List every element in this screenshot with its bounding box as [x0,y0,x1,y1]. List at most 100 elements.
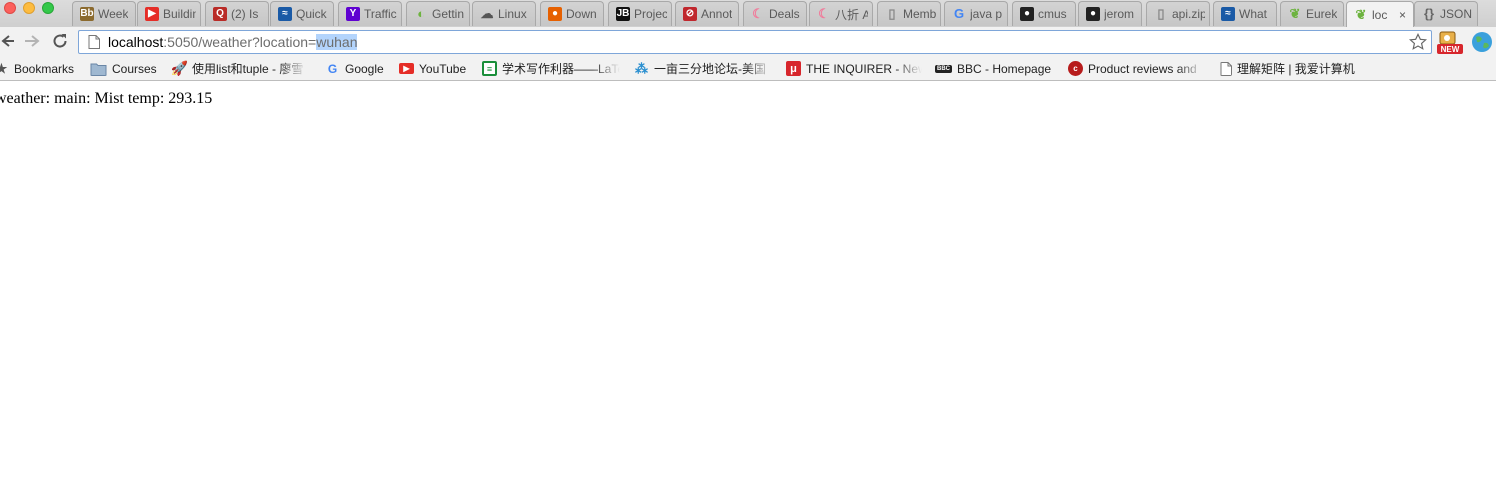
close-window-button[interactable] [4,2,16,14]
extension-globe-icon[interactable] [1471,31,1493,53]
tab-15[interactable]: ● jerom [1078,1,1142,26]
bookmark-label: THE INQUIRER - New [806,61,922,76]
site-icon: ≈ [1221,7,1235,21]
quora-icon: Q [213,7,227,21]
tab-12[interactable]: ▯ Memb [877,1,941,26]
tab-title: (2) Is [231,7,259,21]
bookmark-liaoxuefeng[interactable]: 🚀 使用list和tuple - 廖雪 [172,60,307,77]
tab-6[interactable]: ☁ Linux [472,1,536,26]
spring-leaf-icon: ❦ [1355,6,1367,22]
document-icon: ▯ [888,6,896,21]
star-icon: ★ [0,60,8,76]
tab-7[interactable]: ● Down [540,1,604,26]
tab-title: Annot [701,7,733,21]
bookmark-label: 一亩三分地论坛-美国 [654,62,766,76]
url-host: localhost [108,34,164,50]
url-selected-text: wuhan [316,34,358,50]
tab-13[interactable]: Gjava p [944,1,1008,26]
tab-title: api.zip [1172,7,1205,21]
url-text[interactable]: localhost:5050/weather?location=wuhan [108,34,358,50]
bookmark-latex[interactable]: ≡ 学术写作利器——LaTe [482,60,620,77]
spring-leaf-icon: ❦ [1289,6,1301,21]
document-icon [1220,61,1232,76]
json-icon: {} [1423,6,1435,21]
address-bar[interactable]: localhost:5050/weather?location=wuhan [78,30,1432,54]
tab-8[interactable]: JB Projec [608,1,672,26]
tab-title: java p [970,7,1003,21]
bookmark-inquirer[interactable]: μ THE INQUIRER - New [786,60,922,77]
moon-icon: ☾ [752,6,764,21]
tab-3[interactable]: ≈ Quick [270,1,334,26]
bookmark-bookmarks[interactable]: ★ Bookmarks [0,60,74,77]
bookmark-1point3acres[interactable]: ⁂ 一亩三分地论坛-美国 [634,60,772,77]
tab-2[interactable]: Q (2) Is [205,1,269,26]
minimize-window-button[interactable] [23,2,35,14]
forward-button[interactable] [22,31,42,51]
bookmark-label: YouTube [419,61,467,76]
tab-close-icon[interactable]: × [1396,8,1409,22]
tab-title: Linux [498,7,527,21]
tab-5[interactable]: ◐ Gettin [406,1,470,26]
reload-button[interactable] [50,31,70,51]
page-icon [88,35,100,49]
tab-title: cmus [1038,7,1067,21]
tab-1[interactable]: ▶ Buildin [137,1,201,26]
back-arrow-icon [1,35,14,47]
bookmark-label: Product reviews and [1088,61,1197,76]
tab-title: Gettin [432,7,465,21]
tab-10[interactable]: ☾ Deals [743,1,807,26]
bookmark-bbc[interactable]: BBC BBC - Homepage [935,60,1055,77]
tab-18[interactable]: ❦ Eurek [1280,1,1344,26]
bookmark-matrix[interactable]: 理解矩阵 | 我爱计算机 [1220,60,1360,77]
jetbrains-icon: JB [616,7,630,21]
tab-title: Quick [296,7,327,21]
svg-text:NEW: NEW [1441,45,1460,54]
toolbar: localhost:5050/weather?location=wuhan NE… [0,27,1496,56]
zoom-window-button[interactable] [42,2,54,14]
tab-14[interactable]: ● cmus [1012,1,1076,26]
page-content: weather: main: Mist temp: 293.15 [0,82,1496,485]
tab-title: Down [566,7,597,21]
tab-20[interactable]: {} JSON [1414,1,1478,26]
forum-icon: ⁂ [635,60,648,76]
google-icon: G [327,61,338,76]
bookmark-cnet[interactable]: c Product reviews and [1068,60,1204,77]
tab-16[interactable]: ▯ api.zip [1146,1,1210,26]
bookmark-star-icon[interactable] [1409,33,1427,51]
tab-4[interactable]: Y Traffic [338,1,402,26]
extension-new-icon[interactable]: NEW [1437,29,1463,55]
tab-title: JSON [1440,7,1473,21]
rocket-icon: 🚀 [172,60,189,76]
bookmark-label: 理解矩阵 | 我爱计算机 [1237,62,1355,76]
tab-9[interactable]: ⊘ Annot [675,1,739,26]
bookmark-google[interactable]: G Google [325,60,385,77]
bookmark-folder-courses[interactable]: Courses [90,60,160,77]
bookmark-label: Courses [112,61,157,76]
bookmark-label: 学术写作利器——LaTe [502,62,620,76]
cloud-icon: ☁ [480,6,494,21]
site-icon: ≈ [278,7,292,21]
yahoo-icon: Y [346,7,360,21]
tab-17[interactable]: ≈ What [1213,1,1277,26]
tab-11[interactable]: ☾ 八折 A [809,1,873,26]
tab-title: Buildin [163,7,196,21]
tab-title: 八折 A [835,7,868,22]
tab-title: jerom [1104,7,1135,21]
spring-icon: ◐ [417,6,425,21]
github-icon: ● [1086,7,1100,21]
bookmark-label: BBC - Homepage [957,61,1052,76]
reload-icon [53,34,67,48]
tab-title: Eurek [1306,7,1338,21]
youtube-icon: ▶ [145,7,159,21]
folder-icon [90,63,107,76]
bbc-icon: BBC [935,64,952,73]
bookmark-youtube[interactable]: ▶ YouTube [399,60,469,77]
firefox-icon: ● [548,7,562,21]
back-button[interactable] [0,31,14,51]
tab-title: Deals [769,7,800,21]
youtube-icon: ▶ [399,63,414,74]
tab-active[interactable]: ❦ loc × [1346,1,1414,27]
tab-title: Memb [903,7,936,21]
tab-0[interactable]: Bb Week [72,1,136,26]
tab-title: Projec [634,7,667,21]
